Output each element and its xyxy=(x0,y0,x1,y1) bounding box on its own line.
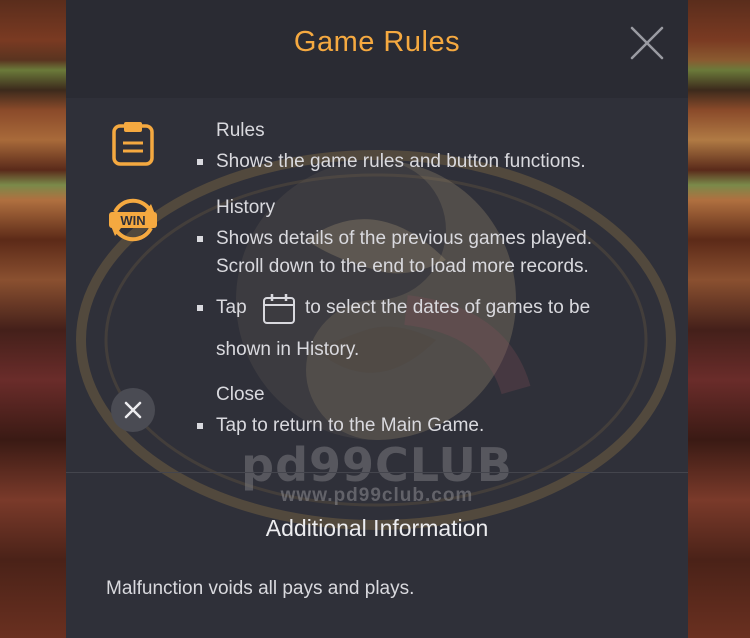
bullet-marker xyxy=(197,423,203,429)
close-modal-button[interactable] xyxy=(628,24,666,62)
history-tap-suffix: to select the dates of games to be xyxy=(305,297,591,318)
bullet-marker xyxy=(197,236,203,242)
rules-description: Shows the game rules and button function… xyxy=(216,151,586,172)
close-section-title: Close xyxy=(216,384,265,405)
bullet-marker xyxy=(197,305,203,311)
watermark-text: pd99CLUB xyxy=(241,438,513,492)
watermark-url: www.pd99club.com xyxy=(280,485,474,506)
game-background-left xyxy=(0,0,66,638)
document-icon xyxy=(112,122,154,166)
win-badge-icon: WIN xyxy=(109,198,157,242)
close-circle-icon xyxy=(111,388,155,432)
history-section-title: History xyxy=(216,197,276,218)
bullet-marker xyxy=(197,159,203,165)
close-description: Tap to return to the Main Game. xyxy=(216,415,485,436)
win-badge-text: WIN xyxy=(120,213,145,228)
additional-info-text: Malfunction voids all pays and plays. xyxy=(106,578,415,599)
additional-info-title: Additional Information xyxy=(265,515,489,541)
watermark-emblem xyxy=(76,150,676,530)
modal-title: Game Rules xyxy=(293,26,461,58)
history-description-line-1: Shows details of the previous games play… xyxy=(216,228,592,249)
history-description-line-2: Scroll down to the end to load more reco… xyxy=(216,256,589,277)
calendar-icon xyxy=(263,294,295,324)
rules-section-title: Rules xyxy=(216,120,265,141)
section-divider xyxy=(66,472,688,473)
game-background-right xyxy=(684,0,750,638)
history-tap-line-2: shown in History. xyxy=(216,339,360,360)
game-rules-modal: pd99CLUB www.pd99club.com Game Rules Rul… xyxy=(66,0,688,638)
modal-header: Game Rules xyxy=(66,0,688,98)
history-tap-prefix: Tap xyxy=(216,297,247,318)
